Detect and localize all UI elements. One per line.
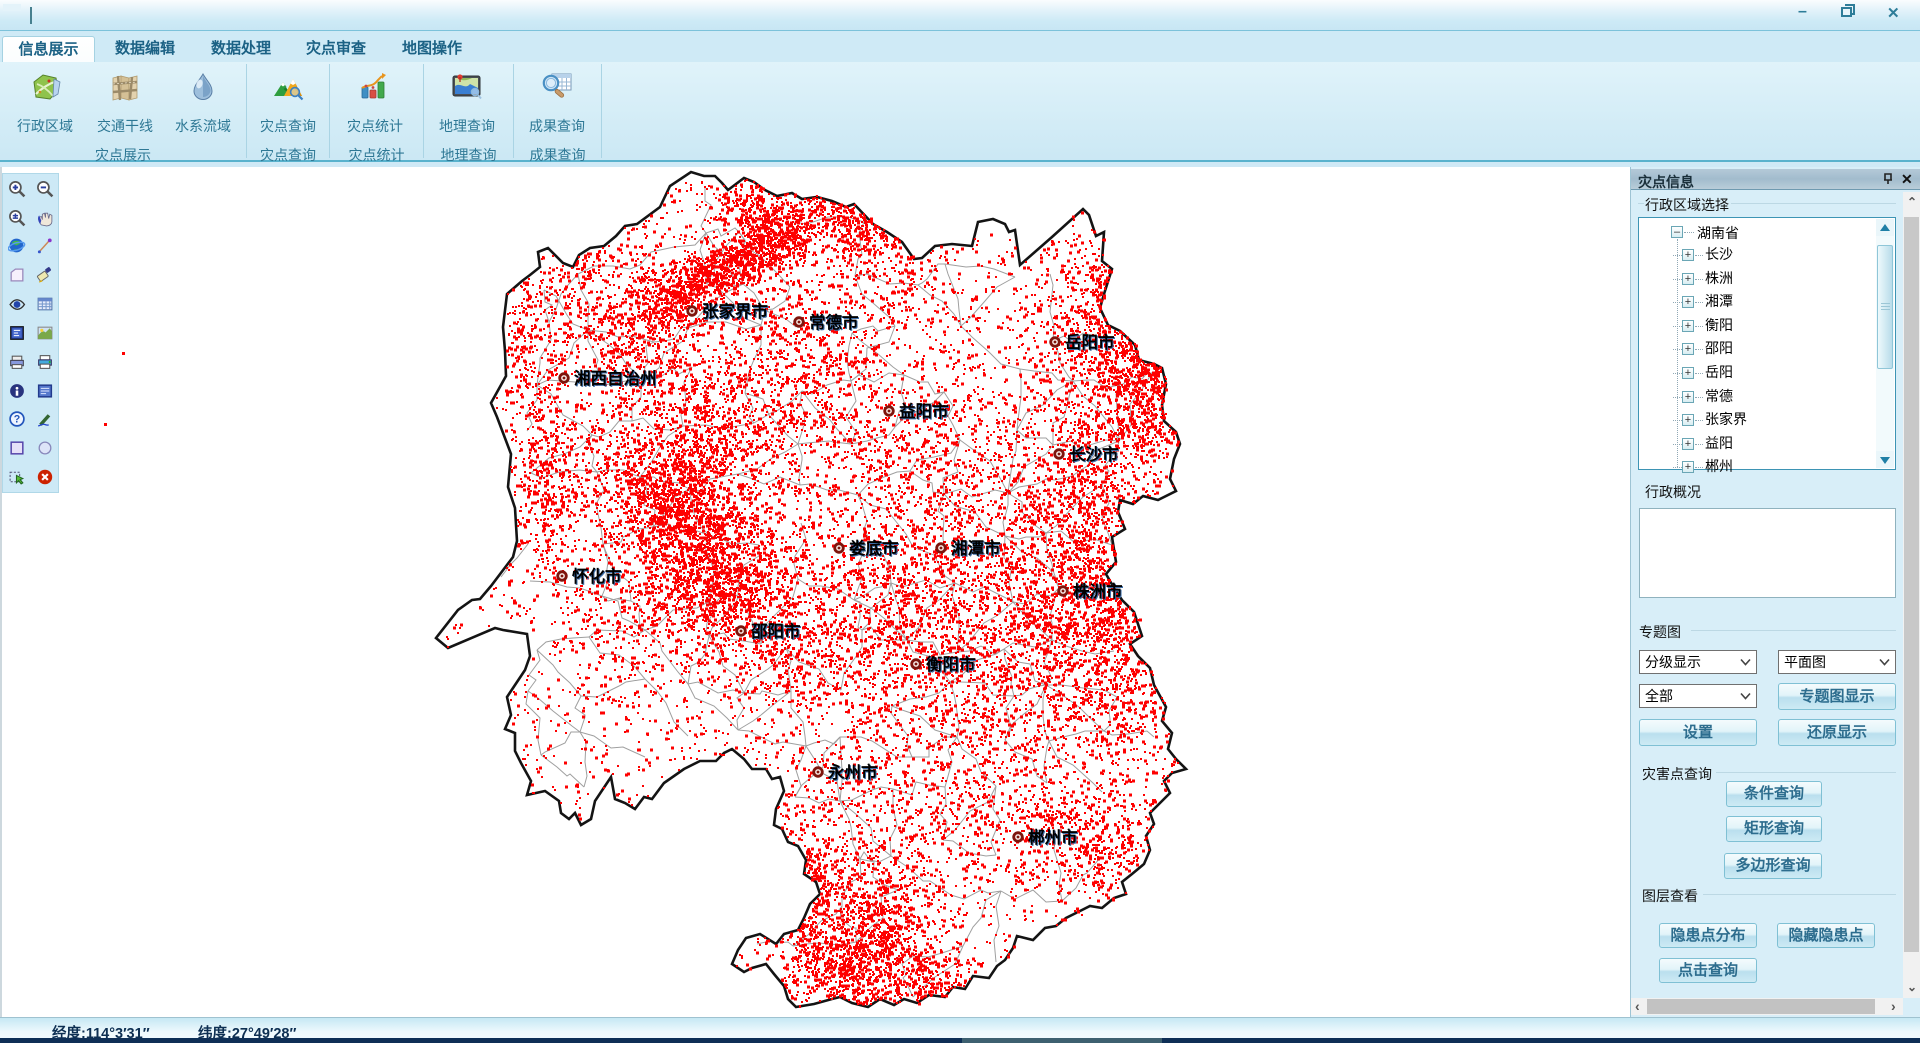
svg-text:?: ?	[13, 414, 19, 426]
svg-text:株洲市: 株洲市	[1073, 581, 1123, 601]
svg-text:常德市: 常德市	[809, 312, 859, 332]
svg-text:永州市: 永州市	[827, 762, 878, 782]
svg-text:长沙市: 长沙市	[1069, 444, 1119, 464]
svg-text:衡阳市: 衡阳市	[926, 654, 976, 674]
svg-text:岳阳市: 岳阳市	[1065, 332, 1115, 352]
svg-text:邵阳市: 邵阳市	[750, 621, 801, 641]
svg-text:湘潭市: 湘潭市	[951, 538, 1001, 558]
svg-text:益阳市: 益阳市	[899, 401, 949, 421]
svg-text:怀化市: 怀化市	[572, 566, 622, 586]
svg-text:湘西自治州: 湘西自治州	[574, 368, 657, 388]
svg-text:张家界市: 张家界市	[702, 301, 768, 321]
svg-text:郴州市: 郴州市	[1028, 827, 1078, 847]
svg-text:娄底市: 娄底市	[849, 538, 899, 558]
